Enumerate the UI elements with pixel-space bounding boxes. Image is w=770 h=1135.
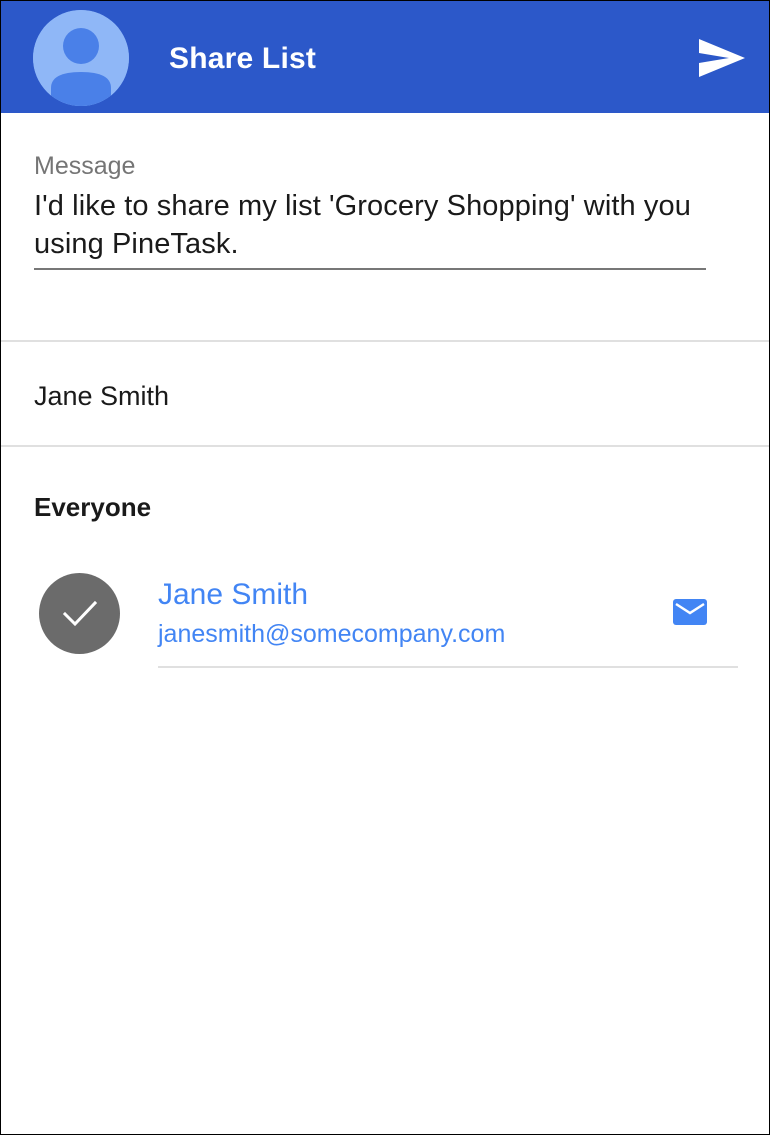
avatar[interactable] (33, 10, 129, 106)
checkmark-icon (62, 600, 98, 627)
send-button[interactable] (695, 35, 747, 81)
contacts-section-header: Everyone (34, 492, 152, 522)
contact-name: Jane Smith (158, 578, 309, 611)
page-title: Share List (169, 42, 317, 75)
recipient-input[interactable]: Jane Smith (34, 379, 169, 413)
divider (1, 445, 769, 447)
app-bar: Share List (1, 1, 769, 113)
contact-email: janesmith@somecompany.com (158, 620, 506, 648)
person-avatar-icon (33, 10, 129, 106)
contact-row[interactable]: Jane Smith janesmith@somecompany.com (1, 561, 769, 671)
contact-selected-indicator[interactable] (39, 573, 120, 654)
divider (1, 340, 769, 342)
message-field-label: Message (34, 152, 136, 180)
share-list-screen: Share List Message I'd like to share my … (0, 0, 770, 1135)
contact-row-divider (158, 666, 738, 668)
send-icon (699, 39, 745, 77)
message-field-underline (34, 268, 706, 270)
message-field[interactable]: I'd like to share my list 'Grocery Shopp… (34, 187, 714, 263)
mail-icon[interactable] (673, 599, 707, 627)
